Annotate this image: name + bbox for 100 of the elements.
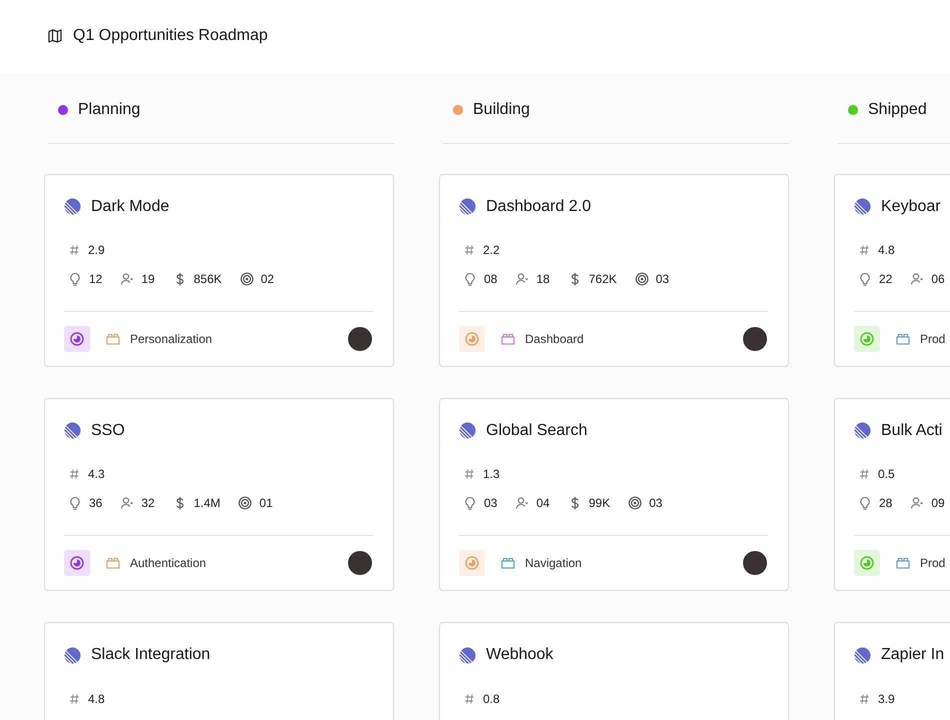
opportunity-card[interactable]: Webhook 0.8 <box>439 622 789 720</box>
target-icon <box>240 272 254 286</box>
stat-value: 99K <box>588 496 610 510</box>
stat-value: 1.4M <box>194 496 220 510</box>
stat-value: 32 <box>141 496 155 510</box>
opportunity-card[interactable]: SSO 4.3 36 32 1.4M 01 Authentication <box>44 398 394 591</box>
card-title: Zapier In <box>881 646 944 664</box>
card-title: Keyboar <box>881 198 941 216</box>
status-icon <box>465 556 479 570</box>
score-value: 4.8 <box>88 692 105 706</box>
person-icon <box>120 496 134 510</box>
tag-label: Authentication <box>130 556 206 570</box>
stat-value: 09 <box>931 496 945 510</box>
stat-value: 856K <box>194 272 222 286</box>
striped-circle-icon <box>854 646 871 664</box>
hash-icon <box>860 694 869 704</box>
tag-label: Prod <box>920 556 946 570</box>
bulb-icon <box>858 496 872 510</box>
avatar <box>348 326 372 351</box>
stat-value: 36 <box>89 496 102 510</box>
map-icon <box>47 28 63 44</box>
striped-circle-icon <box>854 198 871 216</box>
opportunity-card[interactable]: Zapier In 3.9 <box>834 622 950 720</box>
tag-label: Prod <box>920 332 946 346</box>
score-value: 2.2 <box>483 242 500 257</box>
hash-icon <box>465 468 474 479</box>
avatar <box>348 550 372 575</box>
tag-label: Navigation <box>525 556 582 570</box>
target-icon <box>238 496 252 510</box>
status-icon <box>860 332 874 346</box>
striped-circle-icon <box>64 646 81 664</box>
status-icon <box>70 332 84 346</box>
score-value: 2.9 <box>88 242 105 257</box>
opportunity-card[interactable]: Global Search 1.3 03 04 99K 03 Navigation <box>439 398 789 591</box>
striped-circle-icon <box>64 422 81 440</box>
stat-value: 03 <box>656 272 670 286</box>
page-title: Q1 Opportunities Roadmap <box>73 27 268 45</box>
score-value: 0.8 <box>483 692 500 706</box>
stat-value: 01 <box>259 496 273 510</box>
striped-circle-icon <box>64 198 81 216</box>
card-title: Slack Integration <box>91 646 210 664</box>
striped-circle-icon <box>459 422 476 440</box>
stat-value: 12 <box>89 272 102 286</box>
stat-value: 03 <box>649 496 662 510</box>
score-value: 4.3 <box>88 466 105 481</box>
card-title: Global Search <box>486 422 588 440</box>
opportunity-card[interactable]: Keyboar 4.8 22 06 Prod <box>834 174 950 367</box>
card-title: Webhook <box>486 646 554 664</box>
stat-value: 22 <box>879 272 892 286</box>
bulb-icon <box>463 496 477 510</box>
column-title: Planning <box>78 100 140 118</box>
stat-value: 04 <box>536 496 550 510</box>
opportunity-card[interactable]: Bulk Acti 0.5 28 09 Prod <box>834 398 950 591</box>
status-icon <box>860 556 874 570</box>
hash-icon <box>860 244 869 255</box>
person-icon <box>910 496 924 510</box>
opportunity-card[interactable]: Slack Integration 4.8 <box>44 622 394 720</box>
card-title: Bulk Acti <box>881 422 942 440</box>
card-title: SSO <box>91 422 125 440</box>
column-title: Shipped <box>868 100 927 118</box>
tag-label: Personalization <box>130 332 212 346</box>
column-title: Building <box>473 100 530 118</box>
stat-value: 08 <box>484 272 498 286</box>
stat-value: 03 <box>484 496 498 510</box>
score-value: 4.8 <box>878 242 895 257</box>
striped-circle-icon <box>459 646 476 664</box>
status-icon <box>465 332 479 346</box>
striped-circle-icon <box>854 422 871 440</box>
target-icon <box>634 272 649 286</box>
person-icon <box>120 272 134 286</box>
person-icon <box>910 272 924 286</box>
avatar <box>743 550 767 575</box>
score-value: 0.5 <box>878 466 895 481</box>
stat-value: 19 <box>141 272 155 286</box>
score-value: 3.9 <box>878 692 895 706</box>
stat-value: 18 <box>536 272 550 286</box>
status-icon <box>70 556 84 570</box>
stat-value: 06 <box>931 272 945 286</box>
score-value: 1.3 <box>483 466 500 481</box>
striped-circle-icon <box>459 198 476 216</box>
tag-label: Dashboard <box>525 332 584 346</box>
person-icon <box>515 272 530 286</box>
stat-value: 762K <box>588 272 617 286</box>
avatar <box>743 326 767 351</box>
card-title: Dashboard 2.0 <box>486 198 591 216</box>
bulb-icon <box>858 272 872 286</box>
bulb-icon <box>68 272 82 286</box>
hash-icon <box>70 244 79 255</box>
hash-icon <box>465 244 474 255</box>
hash-icon <box>70 468 79 479</box>
target-icon <box>628 496 642 510</box>
bulb-icon <box>463 272 477 286</box>
stat-value: 28 <box>879 496 892 510</box>
stat-value: 02 <box>260 272 274 286</box>
hash-icon <box>70 694 79 704</box>
opportunity-card[interactable]: Dashboard 2.0 2.2 08 18 762K 03 Dashboard <box>439 174 789 367</box>
opportunity-card[interactable]: Dark Mode 2.9 12 19 856K 02 Personalization <box>44 174 394 367</box>
card-title: Dark Mode <box>91 198 170 216</box>
person-icon <box>515 496 530 510</box>
hash-icon <box>860 468 869 479</box>
